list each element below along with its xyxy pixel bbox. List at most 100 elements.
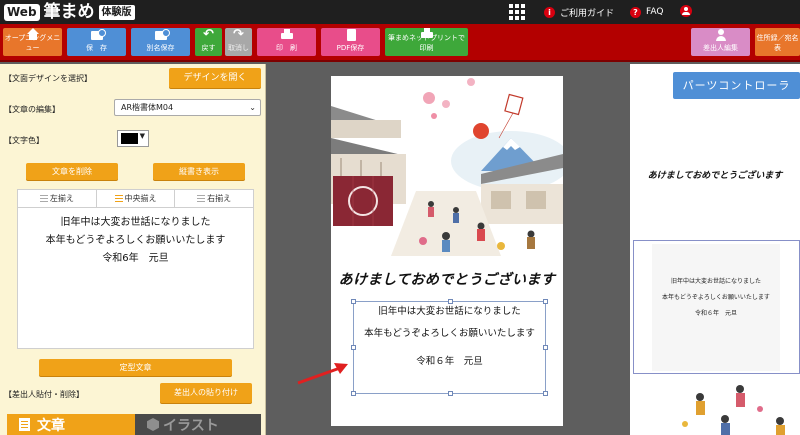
- card-line-3: 令和６年 元旦: [416, 356, 483, 367]
- save-button[interactable]: 保 存: [67, 28, 126, 56]
- pdf-save-label: PDF保存: [336, 44, 365, 52]
- logo-web-badge: Web: [4, 3, 40, 21]
- preview-line-1: 旧年中は大変お世話になりました: [670, 278, 761, 285]
- sender-section-label: 【差出人貼付・削除】: [4, 390, 84, 399]
- editor-line: 本年もどうぞよろしくお願いいたします: [45, 235, 226, 246]
- postcard-canvas[interactable]: あけましておめでとうございます 旧年中は大変お世話になりました 本年もどうぞよろ…: [331, 76, 563, 426]
- preview-greeting: あけましておめでとうございます: [647, 171, 783, 181]
- user-icon[interactable]: [680, 5, 692, 17]
- guide-link-label: ご利用ガイド: [560, 8, 615, 19]
- undo-icon: ↶: [203, 28, 214, 42]
- sender-paste-button[interactable]: 差出人の貼り付け: [160, 383, 252, 403]
- logo-trial-badge: 体験版: [98, 4, 135, 20]
- pdf-icon: [344, 29, 358, 41]
- left-panel: 【文面デザインを選択】 デザインを開く 【文章の編集】 AR楷書体M04 ⌄ 【…: [0, 64, 266, 435]
- sender-edit-button[interactable]: 差出人編集: [691, 28, 750, 56]
- card-illustration: [331, 76, 563, 256]
- save-icon: [90, 29, 106, 41]
- faq-link-label: FAQ: [646, 7, 664, 17]
- info-icon: i: [544, 6, 555, 18]
- address-switch-button[interactable]: ➡ 住所録／宛名表: [755, 28, 800, 56]
- document-icon: [19, 418, 30, 431]
- question-icon: ?: [630, 6, 641, 18]
- save-as-button[interactable]: 別名保存: [131, 28, 190, 56]
- tab-text[interactable]: 文章: [7, 414, 135, 435]
- resize-handle[interactable]: [351, 299, 356, 304]
- arrow-right-icon: ➡: [771, 28, 785, 31]
- align-center-icon: [114, 195, 123, 202]
- guide-link[interactable]: i ご利用ガイド: [544, 5, 614, 19]
- panel-tabs: 文章 イラスト: [7, 414, 261, 435]
- font-select-value: AR楷書体M04: [121, 103, 174, 112]
- card-line-1: 旧年中は大変お世話になりました: [378, 306, 521, 317]
- tab-text-label: 文章: [37, 417, 65, 434]
- faq-link[interactable]: ? FAQ: [630, 5, 663, 19]
- pointer-arrow-icon: [297, 363, 348, 385]
- net-print-icon: [420, 28, 434, 38]
- align-center-label: 中央揃え: [124, 194, 157, 203]
- opening-menu-button[interactable]: オープニングメニュー: [3, 28, 62, 56]
- app-logo: Web 筆まめ 体験版: [4, 3, 135, 21]
- resize-handle[interactable]: [448, 299, 453, 304]
- tab-illust[interactable]: イラスト: [135, 414, 261, 435]
- align-right-button[interactable]: 右揃え: [175, 190, 253, 207]
- preview-line-3: 令和６年 元旦: [694, 310, 737, 317]
- preview-text-frame[interactable]: 旧年中は大変お世話になりました 本年もどうぞよろしくお願いいたします 令和６年 …: [633, 240, 800, 374]
- color-swatch: [121, 133, 138, 144]
- redo-icon: ↷: [233, 28, 244, 42]
- print-button[interactable]: 印 刷: [257, 28, 316, 56]
- align-left-label: 左揃え: [49, 194, 74, 203]
- logo-name: 筆まめ: [43, 2, 95, 22]
- resize-handle[interactable]: [543, 391, 548, 396]
- top-bar: Web 筆まめ 体験版 i ご利用ガイド ? FAQ: [0, 0, 800, 24]
- text-color-picker[interactable]: ▼: [117, 130, 149, 147]
- resize-handle[interactable]: [448, 391, 453, 396]
- print-label: 印 刷: [276, 44, 297, 52]
- text-color-label: 【文字色】: [4, 136, 44, 145]
- redo-label: 取消し: [228, 44, 249, 52]
- align-left-button[interactable]: 左揃え: [18, 190, 97, 207]
- cube-icon: [147, 418, 159, 431]
- font-select[interactable]: AR楷書体M04 ⌄: [114, 99, 261, 116]
- address-switch-label: 住所録／宛名表: [756, 34, 799, 52]
- apps-grid-icon[interactable]: [508, 3, 526, 21]
- align-right-label: 右揃え: [207, 194, 232, 203]
- card-greeting[interactable]: あけましておめでとうございます: [331, 269, 563, 289]
- sender-icon: [714, 29, 728, 41]
- save-as-icon: [154, 29, 170, 41]
- template-text-button[interactable]: 定型文章: [39, 359, 232, 376]
- resize-handle[interactable]: [543, 299, 548, 304]
- sender-edit-label: 差出人編集: [703, 44, 738, 52]
- editor-text[interactable]: 旧年中は大変お世話になりました 本年もどうぞよろしくお願いいたします 令和6年 …: [18, 208, 253, 268]
- parts-controller-button[interactable]: パーツコントローラ: [673, 72, 800, 99]
- align-center-button[interactable]: 中央揃え: [97, 190, 176, 207]
- align-right-icon: [197, 195, 206, 202]
- right-panel: パーツコントローラ あけましておめでとうございます 旧年中は大変お世話になりまし…: [630, 64, 800, 435]
- editor-line: 旧年中は大変お世話になりました: [60, 217, 211, 228]
- home-icon: [26, 28, 40, 40]
- undo-button[interactable]: ↶ 戻す: [195, 28, 222, 56]
- preview-text-area: 旧年中は大変お世話になりました 本年もどうぞよろしくお願いいたします 令和６年 …: [652, 244, 780, 371]
- preview-line-2: 本年もどうぞよろしくお願いいたします: [662, 294, 770, 301]
- resize-handle[interactable]: [351, 391, 356, 396]
- editor-line: 令和6年 元旦: [102, 253, 169, 264]
- preview-text: 旧年中は大変お世話になりました 本年もどうぞよろしくお願いいたします 令和６年 …: [652, 278, 780, 326]
- net-print-button[interactable]: 筆まめネットプリントで印刷: [385, 28, 468, 56]
- caret-down-icon: ▼: [139, 132, 145, 140]
- vertical-writing-button[interactable]: 縦書き表示: [153, 163, 245, 180]
- design-section-label: 【文面デザインを選択】: [4, 74, 92, 83]
- open-design-button[interactable]: デザインを開く: [169, 68, 261, 88]
- align-toolbar: 左揃え 中央揃え 右揃え: [18, 190, 253, 208]
- delete-text-button[interactable]: 文章を削除: [26, 163, 118, 180]
- preview-illustration: [682, 385, 785, 435]
- text-edit-label: 【文章の編集】: [4, 105, 60, 114]
- chevron-down-icon: ⌄: [249, 103, 256, 112]
- card-line-2: 本年もどうぞよろしくお願いいたします: [364, 328, 535, 339]
- save-as-label: 別名保存: [146, 44, 175, 52]
- text-editor[interactable]: 左揃え 中央揃え 右揃え 旧年中は大変お世話になりました 本年もどうぞよろしくお…: [17, 189, 254, 349]
- redo-button[interactable]: ↷ 取消し: [225, 28, 252, 56]
- undo-label: 戻す: [201, 44, 216, 52]
- card-body-text[interactable]: 旧年中は大変お世話になりました 本年もどうぞよろしくお願いいたします 令和６年 …: [353, 306, 546, 378]
- save-label: 保 存: [86, 44, 107, 52]
- pdf-save-button[interactable]: PDF保存: [321, 28, 380, 56]
